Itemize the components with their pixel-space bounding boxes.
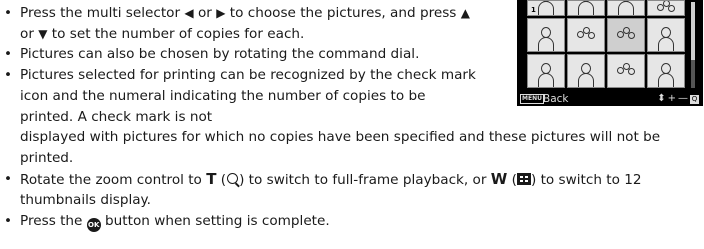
zoom-w-key: W [490, 169, 508, 188]
thumbnail-icon [516, 172, 531, 185]
thumbnail [607, 54, 645, 88]
thumbnail [527, 54, 565, 88]
scrollbar [691, 2, 695, 88]
screen-footer: MENU Back ⬍ + — Q [517, 92, 703, 106]
thumbnail-selected [607, 18, 645, 52]
bullet-icon: • [4, 5, 13, 21]
back-label: Back [543, 93, 569, 105]
instruction-text: or [193, 5, 217, 21]
instruction-text: to choose the pictures, and press [225, 5, 461, 21]
instruction-zoom-control: • Rotate the zoom control to T ( ) to swi… [0, 169, 704, 211]
thumbnail [527, 18, 565, 52]
instruction-text: Pictures can also be chosen by rotating … [20, 46, 420, 63]
instruction-text: Pictures selected for printing can be re… [20, 67, 476, 125]
thumbnail [647, 18, 685, 52]
flower-icon [577, 27, 595, 43]
person-icon [537, 27, 555, 51]
person-icon [537, 63, 555, 87]
minus-icon: — [678, 93, 688, 104]
camera-screen-illustration: 1 MENU Back ⬍ + — Q [517, 0, 703, 106]
zoom-t-key: T [206, 169, 217, 188]
person-icon [617, 1, 635, 15]
person-icon [537, 1, 555, 15]
menu-button-icon: MENU [520, 94, 544, 104]
thumbnail [567, 0, 605, 16]
bullet-icon: • [4, 170, 13, 187]
manual-page: • Press the multi selector ◀ or ▶ to cho… [0, 0, 704, 249]
instruction-text: button when setting is complete. [100, 213, 330, 230]
instruction-text: ) to switch to full-frame playback, or [239, 171, 491, 188]
zoom-icon [227, 172, 239, 184]
up-arrow-icon: ▲ [460, 6, 470, 20]
screen-controls: ⬍ + — Q [657, 93, 699, 105]
copy-count: 1 [531, 6, 536, 14]
thumbnail-grid: 1 [527, 0, 685, 90]
thumbnail: 1 [527, 0, 565, 16]
instruction-text: Rotate the zoom control to [20, 171, 207, 188]
flower-icon [657, 1, 675, 15]
person-icon [577, 1, 595, 15]
instruction-text: to set the number of copies for each. [47, 25, 305, 42]
thumbnail [647, 0, 685, 16]
bullet-icon: • [4, 67, 13, 84]
thumbnail [607, 0, 645, 16]
instruction-ok-button: • Press the OK button when setting is co… [0, 211, 704, 233]
thumbnail [567, 18, 605, 52]
instruction-text: ( [507, 171, 517, 188]
person-icon [657, 63, 675, 87]
thumbnail [647, 54, 685, 88]
bullet-icon: • [4, 213, 13, 230]
instruction-text: or [20, 25, 39, 42]
plus-icon: + [667, 93, 676, 104]
person-icon [657, 27, 675, 51]
bullet-icon: • [4, 46, 13, 63]
thumbnail [567, 54, 605, 88]
flower-icon [617, 63, 635, 79]
ok-button-icon: OK [86, 218, 101, 233]
flower-icon [617, 27, 635, 43]
instruction-text: displayed with pictures for which no cop… [20, 129, 661, 166]
up-down-icon: ⬍ [657, 93, 666, 104]
person-icon [577, 63, 595, 87]
left-arrow-icon: ◀ [184, 6, 194, 20]
instruction-text: ( [216, 171, 227, 188]
instruction-text: Press the multi selector [20, 5, 185, 21]
zoom-icon: Q [690, 94, 699, 104]
instruction-text: Press the [20, 213, 87, 230]
scrollbar-thumb [691, 2, 695, 60]
